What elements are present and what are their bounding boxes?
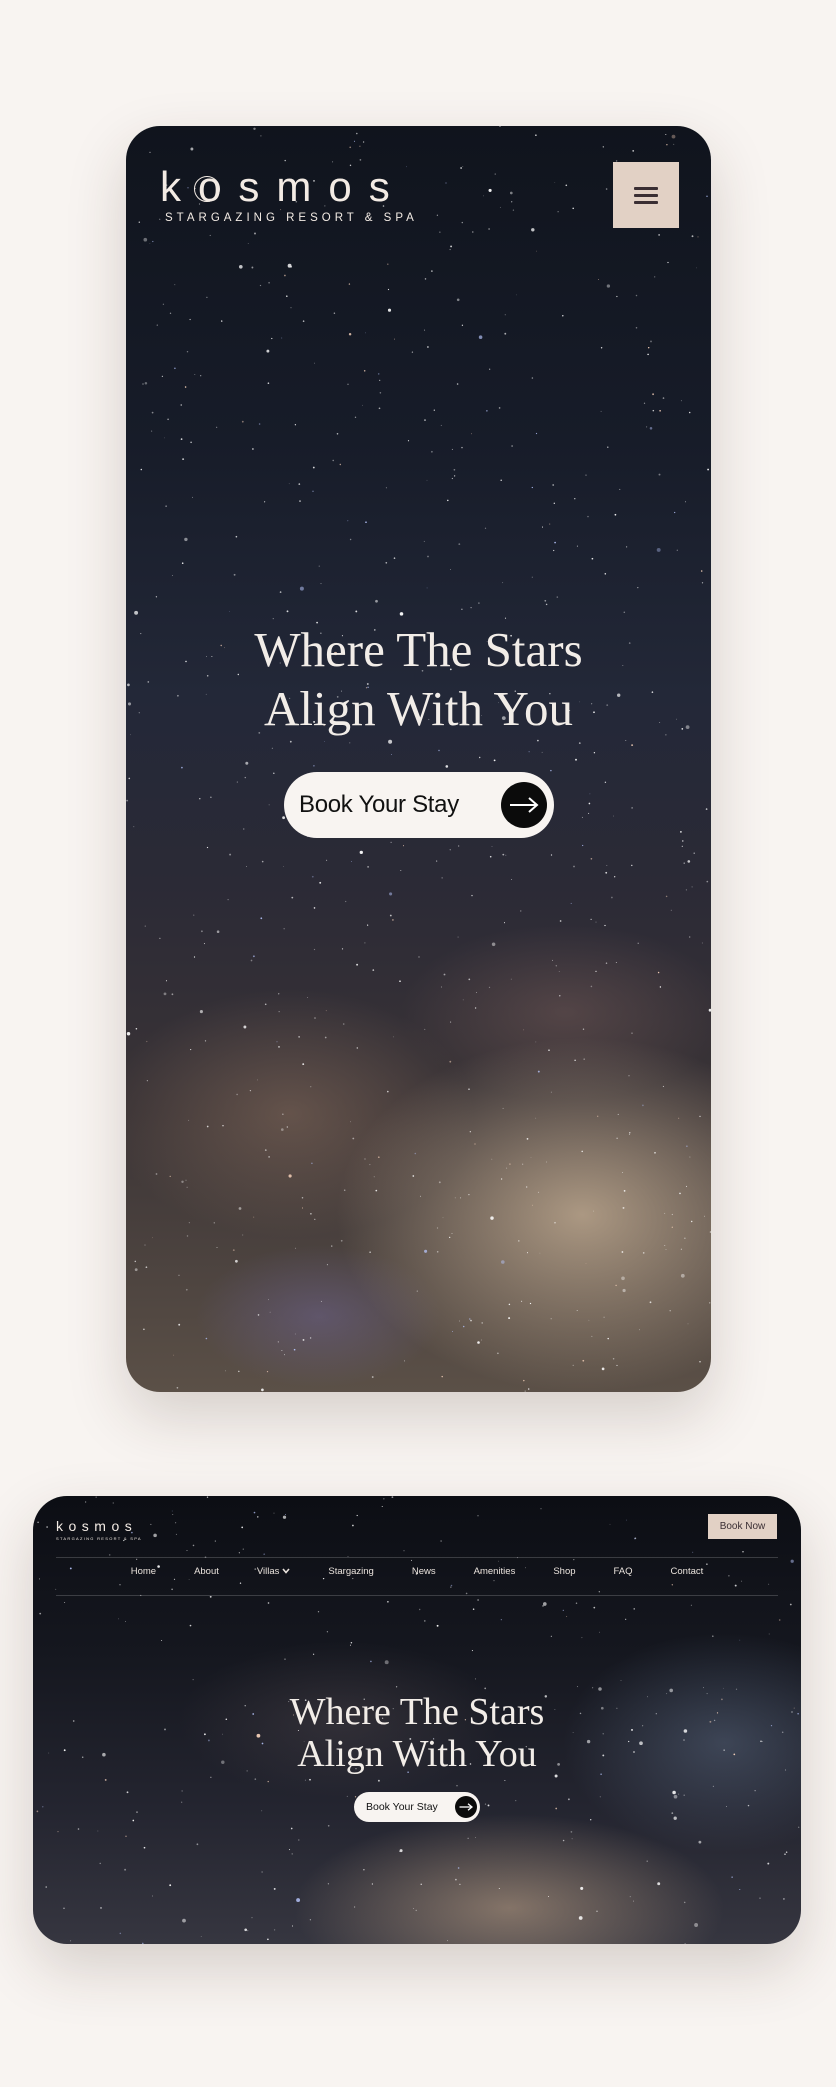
arrow-right-icon (501, 782, 547, 828)
hero-heading: Where The Stars Align With You (33, 1691, 801, 1775)
brand-name: kosmos (56, 1518, 138, 1534)
nav-about[interactable]: About (175, 1566, 238, 1577)
arrow-right-icon (455, 1796, 477, 1818)
book-your-stay-button[interactable]: Book Your Stay (354, 1792, 480, 1822)
book-your-stay-button[interactable]: Book Your Stay (284, 772, 554, 838)
star-field (126, 126, 711, 1392)
hero-heading-line-1: Where The Stars (254, 622, 583, 677)
nav-stargazing[interactable]: Stargazing (309, 1566, 392, 1577)
nav-amenities[interactable]: Amenities (455, 1566, 535, 1577)
nav-faq[interactable]: FAQ (595, 1566, 652, 1577)
nav-shop[interactable]: Shop (534, 1566, 594, 1577)
chevron-down-icon (282, 1568, 291, 1574)
hero-heading-line-1: Where The Stars (289, 1691, 545, 1733)
nav-top-divider (56, 1557, 778, 1558)
main-nav: Home About Villas Stargazing News Amenit… (56, 1560, 778, 1582)
brand-tagline: STARGAZING RESORT & SPA (56, 1536, 142, 1541)
menu-button[interactable] (613, 162, 679, 228)
mobile-hero-mockup: kosmos STARGAZING RESORT & SPA Where The… (126, 126, 711, 1392)
hamburger-icon (634, 186, 658, 204)
nav-home[interactable]: Home (112, 1566, 175, 1577)
brand-logo[interactable]: kosmos STARGAZING RESORT & SPA (56, 1518, 142, 1542)
hero-heading: Where The Stars Align With You (126, 620, 711, 738)
logo-orbit-mark (194, 176, 220, 202)
nav-bottom-divider (56, 1595, 778, 1596)
hero-heading-line-2: Align With You (297, 1733, 537, 1775)
brand-tagline: STARGAZING RESORT & SPA (165, 212, 418, 224)
brand-logo[interactable]: kosmos STARGAZING RESORT & SPA (160, 166, 418, 225)
cta-label: Book Your Stay (299, 791, 459, 818)
nav-villas[interactable]: Villas (238, 1566, 310, 1577)
cta-label: Book Your Stay (366, 1801, 438, 1813)
nav-news[interactable]: News (393, 1566, 455, 1577)
hero-heading-line-2: Align With You (264, 681, 573, 736)
desktop-hero-mockup: kosmos STARGAZING RESORT & SPA Book Now … (33, 1496, 801, 1944)
nav-contact[interactable]: Contact (652, 1566, 723, 1577)
book-now-button[interactable]: Book Now (708, 1514, 777, 1539)
